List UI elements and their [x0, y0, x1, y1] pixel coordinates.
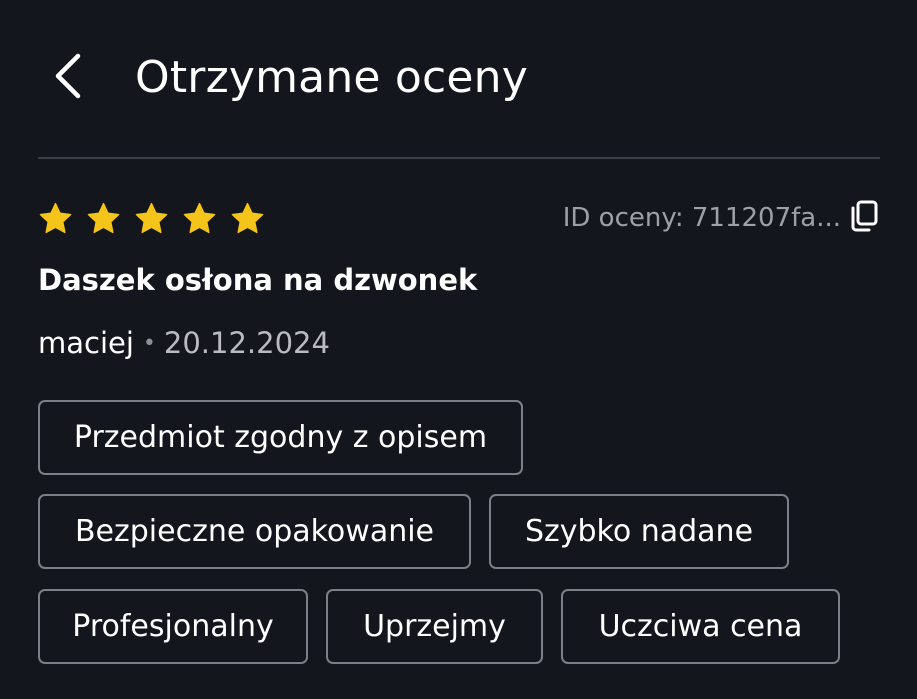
- ratings-screen: Otrzymane oceny ID oceny: 711207fa... Da…: [0, 0, 917, 699]
- star-icon: [39, 202, 72, 233]
- product-name: Daszek osłona na dzwonek: [38, 263, 478, 297]
- star-rating: [38, 198, 265, 238]
- tag-item: Przedmiot zgodny z opisem: [38, 400, 523, 475]
- star-icon: [135, 202, 168, 233]
- copy-icon: [851, 200, 878, 232]
- review-id: ID oceny: 711207fa...: [562, 203, 841, 233]
- tag-item: Szybko nadane: [489, 494, 789, 569]
- tag-item: Uczciwa cena: [561, 589, 840, 664]
- chevron-left-icon: [55, 53, 81, 99]
- copy-id-button[interactable]: [848, 199, 880, 233]
- star-icon: [87, 202, 120, 233]
- meta-separator: •: [142, 331, 156, 356]
- star-icon: [231, 202, 264, 233]
- review-meta: maciej • 20.12.2024: [38, 323, 330, 364]
- review-date: 20.12.2024: [163, 326, 330, 360]
- header: Otrzymane oceny: [0, 0, 917, 158]
- header-divider: [38, 157, 880, 159]
- page-title: Otrzymane oceny: [135, 52, 528, 103]
- tag-item: Uprzejmy: [326, 589, 543, 664]
- tag-item: Profesjonalny: [38, 589, 308, 664]
- star-icon: [183, 202, 216, 233]
- tag-item: Bezpieczne opakowanie: [38, 494, 471, 569]
- back-button[interactable]: [38, 46, 98, 106]
- author-name: maciej: [38, 326, 134, 360]
